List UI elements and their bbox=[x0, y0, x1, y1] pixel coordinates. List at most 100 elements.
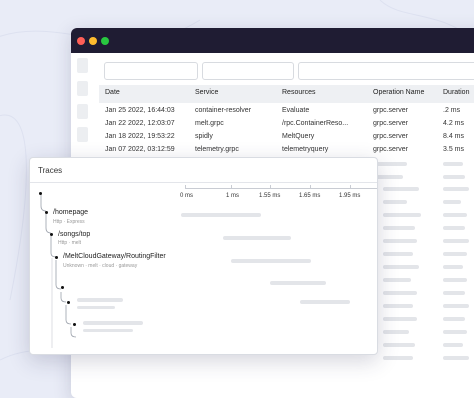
span-bar[interactable] bbox=[270, 281, 326, 285]
cell-date: Jan 18 2022, 19:53:22 bbox=[105, 133, 175, 140]
placeholder-span-sub bbox=[77, 306, 115, 309]
traces-panel: Traces 0 ms 1 ms 1.55 ms 1.65 ms 1.95 ms… bbox=[29, 157, 378, 355]
close-window-button[interactable] bbox=[77, 37, 85, 45]
span-node[interactable] bbox=[67, 301, 70, 304]
table-header: Date Service Resources Operation Name Du… bbox=[99, 85, 474, 103]
placeholder-bar bbox=[383, 265, 419, 269]
placeholder-bar bbox=[443, 343, 463, 347]
axis-tick-label: 0 ms bbox=[180, 193, 194, 199]
placeholder-span-name bbox=[83, 321, 143, 325]
placeholder-bar bbox=[383, 291, 417, 295]
span-node[interactable] bbox=[50, 233, 53, 236]
cell-resources: /rpc.ContainerReso... bbox=[282, 120, 349, 127]
cell-duration: 4.2 ms bbox=[443, 120, 465, 127]
span-node[interactable] bbox=[55, 256, 58, 259]
placeholder-bar bbox=[443, 278, 467, 282]
sidebar-item[interactable] bbox=[77, 104, 88, 119]
axis-tick-label: 1 ms bbox=[226, 193, 240, 199]
cell-operation: grpc.server bbox=[373, 146, 409, 153]
cell-service: melt.grpc bbox=[195, 120, 224, 127]
placeholder-span-name bbox=[77, 298, 123, 302]
span-name[interactable]: /songs/top bbox=[58, 231, 90, 238]
placeholder-bar bbox=[443, 291, 465, 295]
placeholder-bar bbox=[383, 330, 409, 334]
span-bar[interactable] bbox=[181, 213, 261, 217]
placeholder-bar bbox=[383, 213, 421, 217]
axis-tick-label: 1.95 ms bbox=[339, 193, 361, 199]
axis-tick bbox=[310, 185, 311, 189]
sidebar-item[interactable] bbox=[77, 58, 88, 73]
placeholder-bar bbox=[443, 200, 461, 204]
span-name[interactable]: /MeltCloudGateway/RoutingFilter bbox=[63, 253, 166, 260]
table-row[interactable]: Jan 07 2022, 03:12:59 telemetry.grpc tel… bbox=[99, 144, 474, 157]
span-bar[interactable] bbox=[223, 236, 291, 240]
span-node[interactable] bbox=[45, 211, 48, 214]
sidebar-item[interactable] bbox=[77, 127, 88, 142]
span-bar[interactable] bbox=[300, 300, 350, 304]
span-node[interactable] bbox=[73, 323, 76, 326]
span-subtitle: Unknown · melt · cloud · gateway bbox=[63, 263, 138, 269]
cell-service: telemetry.grpc bbox=[195, 146, 239, 153]
span-name[interactable]: /homepage bbox=[53, 209, 88, 216]
placeholder-bar bbox=[383, 317, 417, 321]
column-header-duration[interactable]: Duration bbox=[443, 89, 469, 96]
span-subtitle: Http · melt bbox=[58, 240, 82, 246]
placeholder-bar bbox=[443, 187, 469, 191]
placeholder-bar bbox=[443, 175, 465, 179]
window-titlebar bbox=[71, 28, 474, 53]
span-node[interactable] bbox=[39, 192, 42, 195]
placeholder-bar bbox=[443, 226, 465, 230]
timeline-axis bbox=[185, 188, 377, 189]
span-node[interactable] bbox=[61, 286, 64, 289]
axis-tick bbox=[350, 185, 351, 189]
table-row[interactable]: Jan 22 2022, 12:03:07 melt.grpc /rpc.Con… bbox=[99, 118, 474, 131]
column-header-service[interactable]: Service bbox=[195, 89, 218, 96]
cell-operation: grpc.server bbox=[373, 120, 409, 127]
cell-service: container-resolver bbox=[195, 107, 252, 114]
sidebar-item[interactable] bbox=[77, 81, 88, 96]
cell-date: Jan 25 2022, 16:44:03 bbox=[105, 107, 175, 114]
placeholder-bar bbox=[443, 304, 469, 308]
placeholder-bar bbox=[373, 162, 407, 166]
placeholder-bar bbox=[383, 343, 415, 347]
placeholder-bar bbox=[383, 226, 415, 230]
span-bar[interactable] bbox=[231, 259, 311, 263]
placeholder-bar bbox=[383, 239, 417, 243]
placeholder-bar bbox=[383, 304, 413, 308]
placeholder-span-sub bbox=[83, 329, 133, 332]
placeholder-bar bbox=[443, 265, 463, 269]
cell-duration: 8.4 ms bbox=[443, 133, 465, 140]
cell-resources: MeltQuery bbox=[282, 133, 315, 140]
filter-input[interactable] bbox=[104, 62, 198, 80]
table-row[interactable]: Jan 25 2022, 16:44:03 container-resolver… bbox=[99, 105, 474, 118]
axis-tick bbox=[231, 185, 232, 189]
cell-operation: grpc.server bbox=[373, 133, 409, 140]
column-header-operation-name[interactable]: Operation Name bbox=[373, 89, 424, 96]
placeholder-bar bbox=[443, 330, 467, 334]
placeholder-bar bbox=[443, 239, 469, 243]
placeholder-bar bbox=[443, 162, 463, 166]
cell-date: Jan 07 2022, 03:12:59 bbox=[105, 146, 175, 153]
placeholder-bar bbox=[443, 356, 469, 360]
cell-resources: telemetryquery bbox=[282, 146, 329, 153]
maximize-window-button[interactable] bbox=[101, 37, 109, 45]
placeholder-bar bbox=[383, 356, 413, 360]
placeholder-bar bbox=[383, 200, 407, 204]
cell-service: spidly bbox=[195, 133, 213, 140]
axis-tick bbox=[270, 185, 271, 189]
axis-tick-label: 1.55 ms bbox=[259, 193, 281, 199]
cell-duration: .2 ms bbox=[443, 107, 461, 114]
placeholder-bar bbox=[383, 187, 419, 191]
column-header-date[interactable]: Date bbox=[105, 89, 120, 96]
filter-input[interactable] bbox=[202, 62, 294, 80]
axis-tick bbox=[185, 185, 186, 189]
minimize-window-button[interactable] bbox=[89, 37, 97, 45]
placeholder-bar bbox=[443, 252, 467, 256]
placeholder-bar bbox=[443, 317, 465, 321]
span-subtitle: Http · Express bbox=[53, 219, 85, 225]
filter-input[interactable] bbox=[298, 62, 474, 80]
column-header-resources[interactable]: Resources bbox=[282, 89, 315, 96]
placeholder-bar bbox=[443, 213, 467, 217]
table-row[interactable]: Jan 18 2022, 19:53:22 spidly MeltQuery g… bbox=[99, 131, 474, 144]
cell-duration: 3.5 ms bbox=[443, 146, 465, 153]
